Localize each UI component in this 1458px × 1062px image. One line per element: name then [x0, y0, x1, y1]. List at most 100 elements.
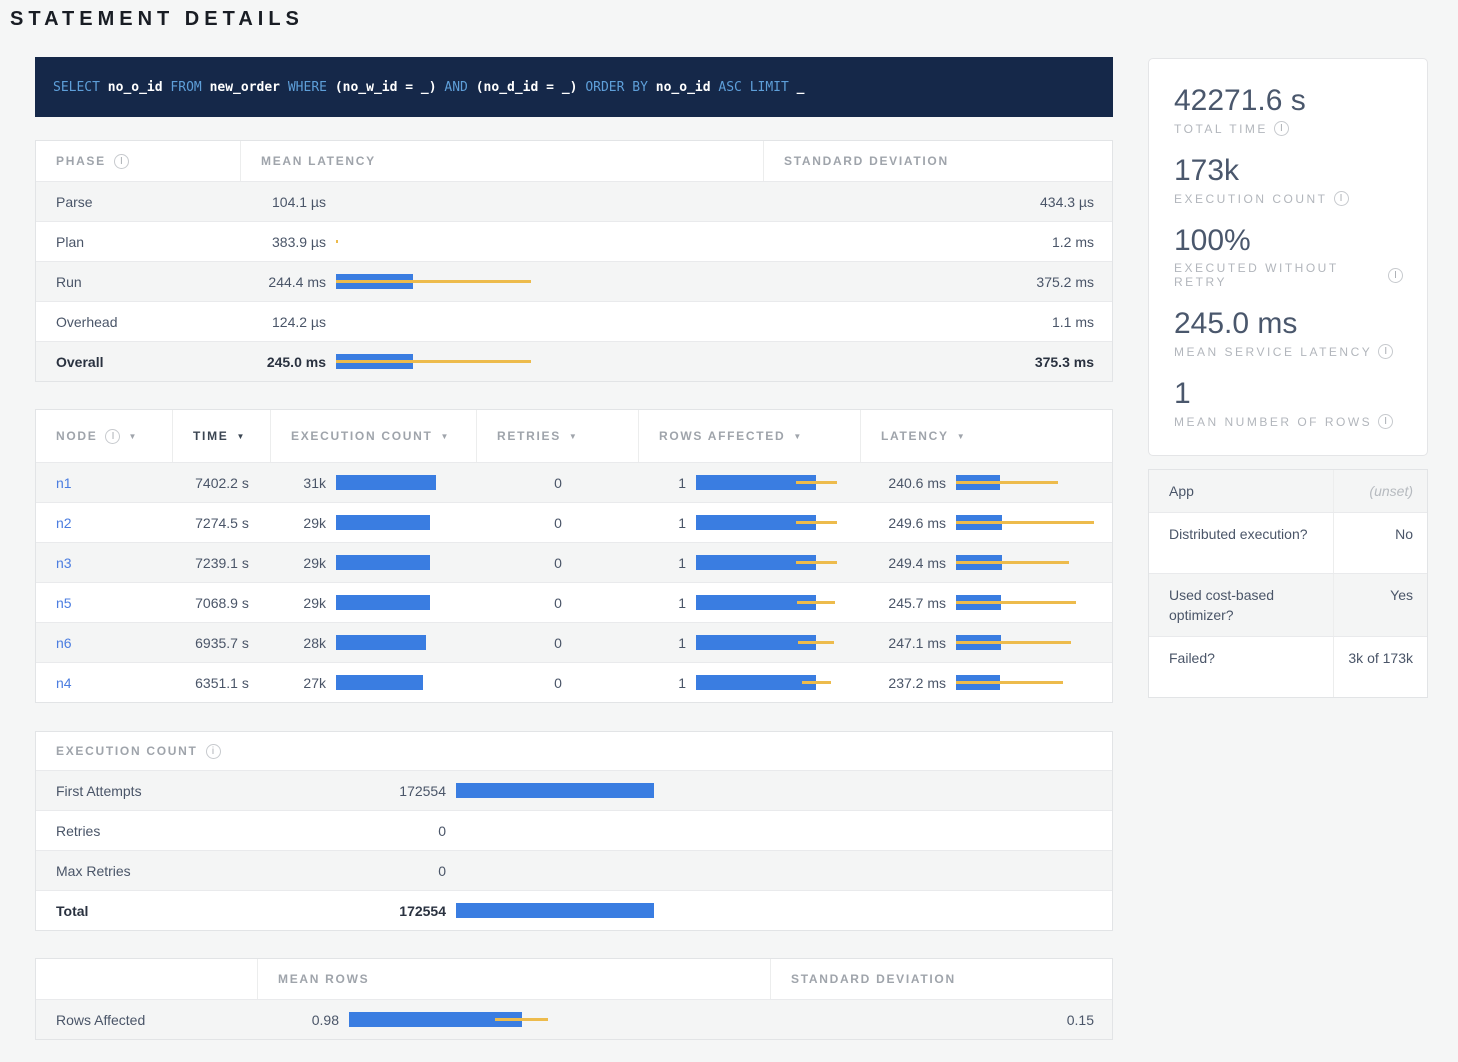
phase-mean-latency: 244.4 ms	[241, 262, 764, 301]
empty-column-header	[36, 959, 258, 999]
sort-arrow-icon[interactable]: ▼	[569, 432, 579, 441]
attribute-value: No	[1334, 513, 1429, 573]
phase-mean-latency: 245.0 ms	[241, 342, 764, 381]
phase-table-row: Parse 104.1 µs434.3 µs	[36, 181, 1112, 221]
bar-chart	[336, 354, 756, 369]
phase-stddev-value: 1.1 ms	[764, 302, 1114, 341]
rows-affected-value: 1	[639, 635, 686, 651]
statement-summary-card: 42271.6 sTOTAL TIMEi173kEXECUTION COUNTi…	[1148, 58, 1428, 456]
execution-count-value: 29k	[271, 595, 326, 611]
total-time-stat: 42271.6 sTOTAL TIMEi	[1174, 83, 1403, 136]
phase-mean-latency: 104.1 µs	[241, 182, 764, 221]
node-id-cell: n4	[36, 663, 173, 702]
stat-info-icon[interactable]: i	[1334, 191, 1349, 206]
phase-latency-table: PHASE i MEAN LATENCY STANDARD DEVIATION …	[35, 140, 1113, 382]
node-stats-table: NODEi▼TIME▼EXECUTION COUNT▼RETRIES▼ROWS …	[35, 409, 1113, 703]
attribute-value: Yes	[1334, 574, 1429, 636]
rows-affected-table: MEAN ROWS STANDARD DEVIATION Rows Affect…	[35, 958, 1113, 1040]
rows-affected-value: 1	[639, 675, 686, 691]
node-rows-affected-cell: 1	[639, 623, 861, 662]
node-link[interactable]: n3	[56, 555, 72, 571]
sql-identifier: no_o_id	[656, 80, 711, 95]
phase-label: Parse	[56, 194, 93, 210]
stat-value: 100%	[1174, 223, 1403, 259]
row-label: Total	[56, 903, 88, 919]
sql-statement-box: SELECT no_o_id FROM new_order WHERE (no_…	[35, 57, 1113, 117]
execution-count-value: 27k	[271, 675, 326, 691]
column-header-label: ROWS AFFECTED	[659, 429, 785, 443]
phase-stddev-value: 434.3 µs	[764, 182, 1114, 221]
rows-affected-value: 1	[639, 475, 686, 491]
stddev-whisker	[796, 521, 837, 524]
node-latency-cell: 237.2 ms	[861, 663, 1114, 702]
mean-bar	[456, 903, 654, 918]
column-header-label: NODE	[56, 429, 97, 443]
phase-info-icon[interactable]: i	[114, 154, 129, 169]
bar-chart	[336, 675, 469, 690]
stddev-whisker	[797, 601, 835, 604]
mean-latency-value: 383.9 µs	[241, 234, 326, 250]
phase-name: Overall	[36, 342, 241, 381]
sql-identifier: no_o_id	[108, 80, 163, 95]
node-table-row: n27274.5 s29k01249.6 ms	[36, 502, 1112, 542]
mean-bar	[336, 475, 436, 490]
stat-label: MEAN NUMBER OF ROWSi	[1174, 414, 1403, 429]
stddev-whisker	[956, 601, 1076, 604]
node-id-cell: n5	[36, 583, 173, 622]
execution-count-stat: 173kEXECUTION COUNTi	[1174, 153, 1403, 206]
sql-identifier: _)	[421, 80, 437, 95]
latency-column-header[interactable]: LATENCY▼	[861, 410, 1114, 462]
sort-arrow-icon[interactable]: ▼	[441, 432, 451, 441]
execution-count-column-header[interactable]: EXECUTION COUNT▼	[271, 410, 477, 462]
stat-info-icon[interactable]: i	[1378, 414, 1393, 429]
stddev-whisker	[802, 681, 831, 684]
stddev-whisker	[956, 681, 1063, 684]
stat-info-icon[interactable]: i	[1378, 344, 1393, 359]
time-column-header[interactable]: TIME▼	[173, 410, 271, 462]
retries-column-header[interactable]: RETRIES ▼	[477, 410, 639, 462]
stat-info-icon[interactable]: i	[1388, 268, 1403, 283]
execution-count-value: 29k	[271, 515, 326, 531]
rows-affected-column-header[interactable]: ROWS AFFECTED ▼	[639, 410, 861, 462]
sql-identifier: _)	[562, 80, 578, 95]
node-id-cell: n2	[36, 503, 173, 542]
bar-chart	[336, 635, 469, 650]
node-link[interactable]: n4	[56, 675, 72, 691]
node-link[interactable]: n2	[56, 515, 72, 531]
node-time-cell: 7274.5 s	[173, 503, 271, 542]
execution-count-info-icon[interactable]: i	[206, 744, 221, 759]
node-retries-cell: 0	[477, 543, 639, 582]
row-label: Max Retries	[56, 863, 131, 879]
node-link[interactable]: n1	[56, 475, 72, 491]
stddev-whisker	[336, 280, 531, 283]
node-info-icon[interactable]: i	[105, 429, 120, 444]
node-column-header[interactable]: NODE i ▼	[36, 410, 173, 462]
stddev-whisker	[798, 641, 834, 644]
sort-arrow-icon[interactable]: ▼	[236, 432, 246, 441]
stddev-whisker	[796, 481, 837, 484]
row-label: Rows Affected	[56, 1012, 145, 1028]
node-table-row: n57068.9 s29k01245.7 ms	[36, 582, 1112, 622]
attribute-label: App	[1149, 470, 1334, 512]
node-execution-count-cell: 29k	[271, 583, 477, 622]
sort-arrow-icon[interactable]: ▼	[128, 432, 138, 441]
sql-identifier: (no_w_id	[335, 80, 398, 95]
sort-arrow-icon[interactable]: ▼	[957, 432, 967, 441]
execution-count-value: 29k	[271, 555, 326, 571]
bar-chart	[349, 1012, 759, 1027]
stat-label-text: EXECUTION COUNT	[1174, 192, 1328, 206]
sort-arrow-icon[interactable]: ▼	[793, 432, 803, 441]
bar-chart	[336, 555, 469, 570]
stat-info-icon[interactable]: i	[1274, 121, 1289, 136]
execution-count-value-cell: 0	[356, 851, 1114, 890]
latency-value: 245.7 ms	[861, 595, 946, 611]
rows-affected-value: 1	[639, 595, 686, 611]
column-header-label: RETRIES	[497, 429, 561, 443]
stat-label: EXECUTED WITHOUT RETRYi	[1174, 261, 1403, 289]
node-time-cell: 7068.9 s	[173, 583, 271, 622]
mean-number-of-rows-stat: 1MEAN NUMBER OF ROWSi	[1174, 376, 1403, 429]
node-link[interactable]: n5	[56, 595, 72, 611]
execution-count-row: Retries0	[36, 810, 1112, 850]
node-link[interactable]: n6	[56, 635, 72, 651]
node-table-row: n17402.2 s31k01240.6 ms	[36, 462, 1112, 502]
